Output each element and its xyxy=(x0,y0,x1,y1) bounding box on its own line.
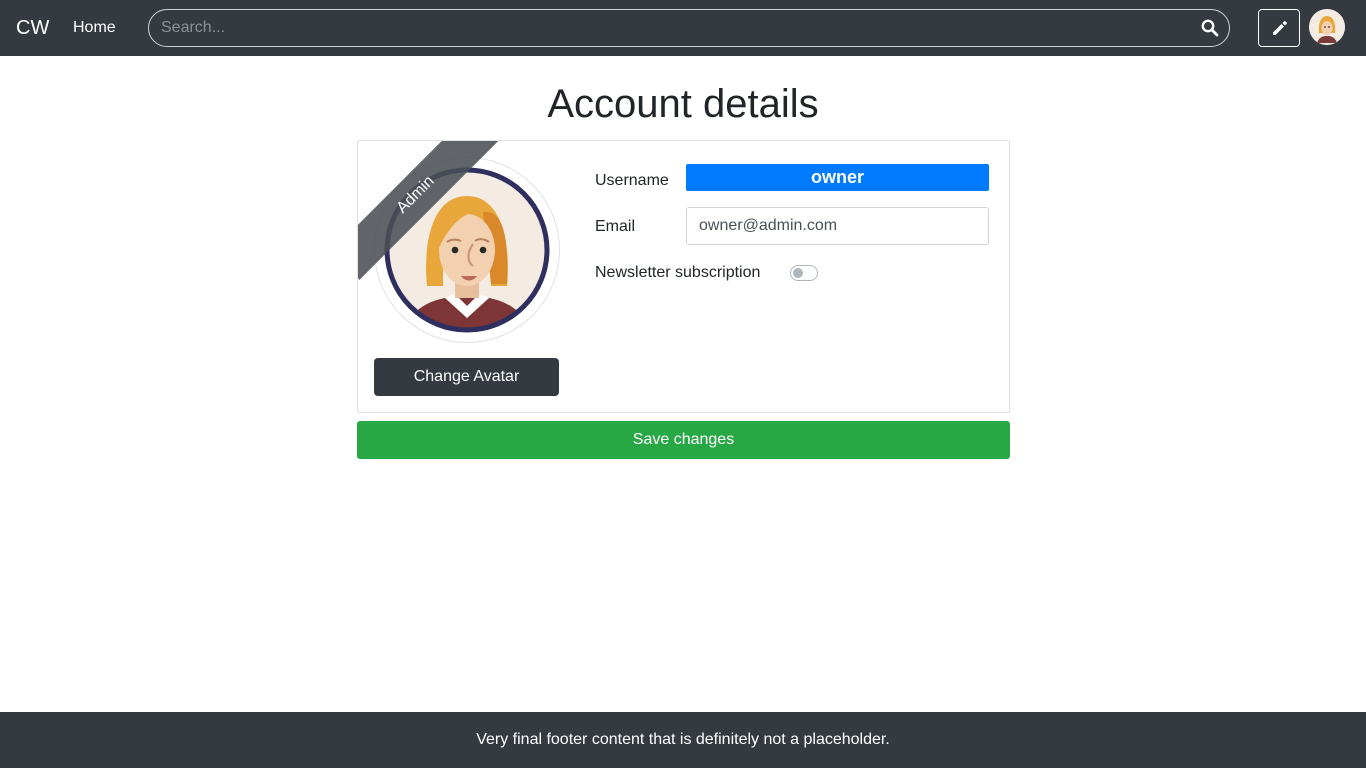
brand-logo[interactable]: CW xyxy=(16,16,49,40)
page-title: Account details xyxy=(547,82,819,126)
email-label: Email xyxy=(595,218,636,235)
newsletter-toggle[interactable] xyxy=(790,265,818,281)
username-label: Username xyxy=(595,172,669,189)
edit-button[interactable] xyxy=(1258,9,1300,47)
top-navbar: CW Home xyxy=(0,0,1366,56)
avatar-image xyxy=(1309,9,1345,45)
search-input[interactable] xyxy=(161,10,1191,46)
change-avatar-button[interactable]: Change Avatar xyxy=(374,358,559,396)
role-ribbon: Admin xyxy=(358,141,498,281)
username-value: owner xyxy=(686,164,989,191)
account-card: Admin Change Avatar Username owner Email… xyxy=(357,140,1010,413)
role-ribbon-label: Admin xyxy=(358,141,498,280)
toggle-knob xyxy=(793,268,803,278)
user-avatar-menu[interactable] xyxy=(1309,9,1345,45)
footer: Very final footer content that is defini… xyxy=(0,712,1366,768)
email-field[interactable] xyxy=(686,207,989,245)
footer-text: Very final footer content that is defini… xyxy=(476,731,890,748)
search-bar xyxy=(148,9,1230,47)
search-icon[interactable] xyxy=(1201,19,1219,37)
nav-link-home[interactable]: Home xyxy=(73,18,116,38)
newsletter-label: Newsletter subscription xyxy=(595,264,761,281)
pencil-icon xyxy=(1273,21,1287,35)
save-changes-button[interactable]: Save changes xyxy=(357,421,1010,459)
